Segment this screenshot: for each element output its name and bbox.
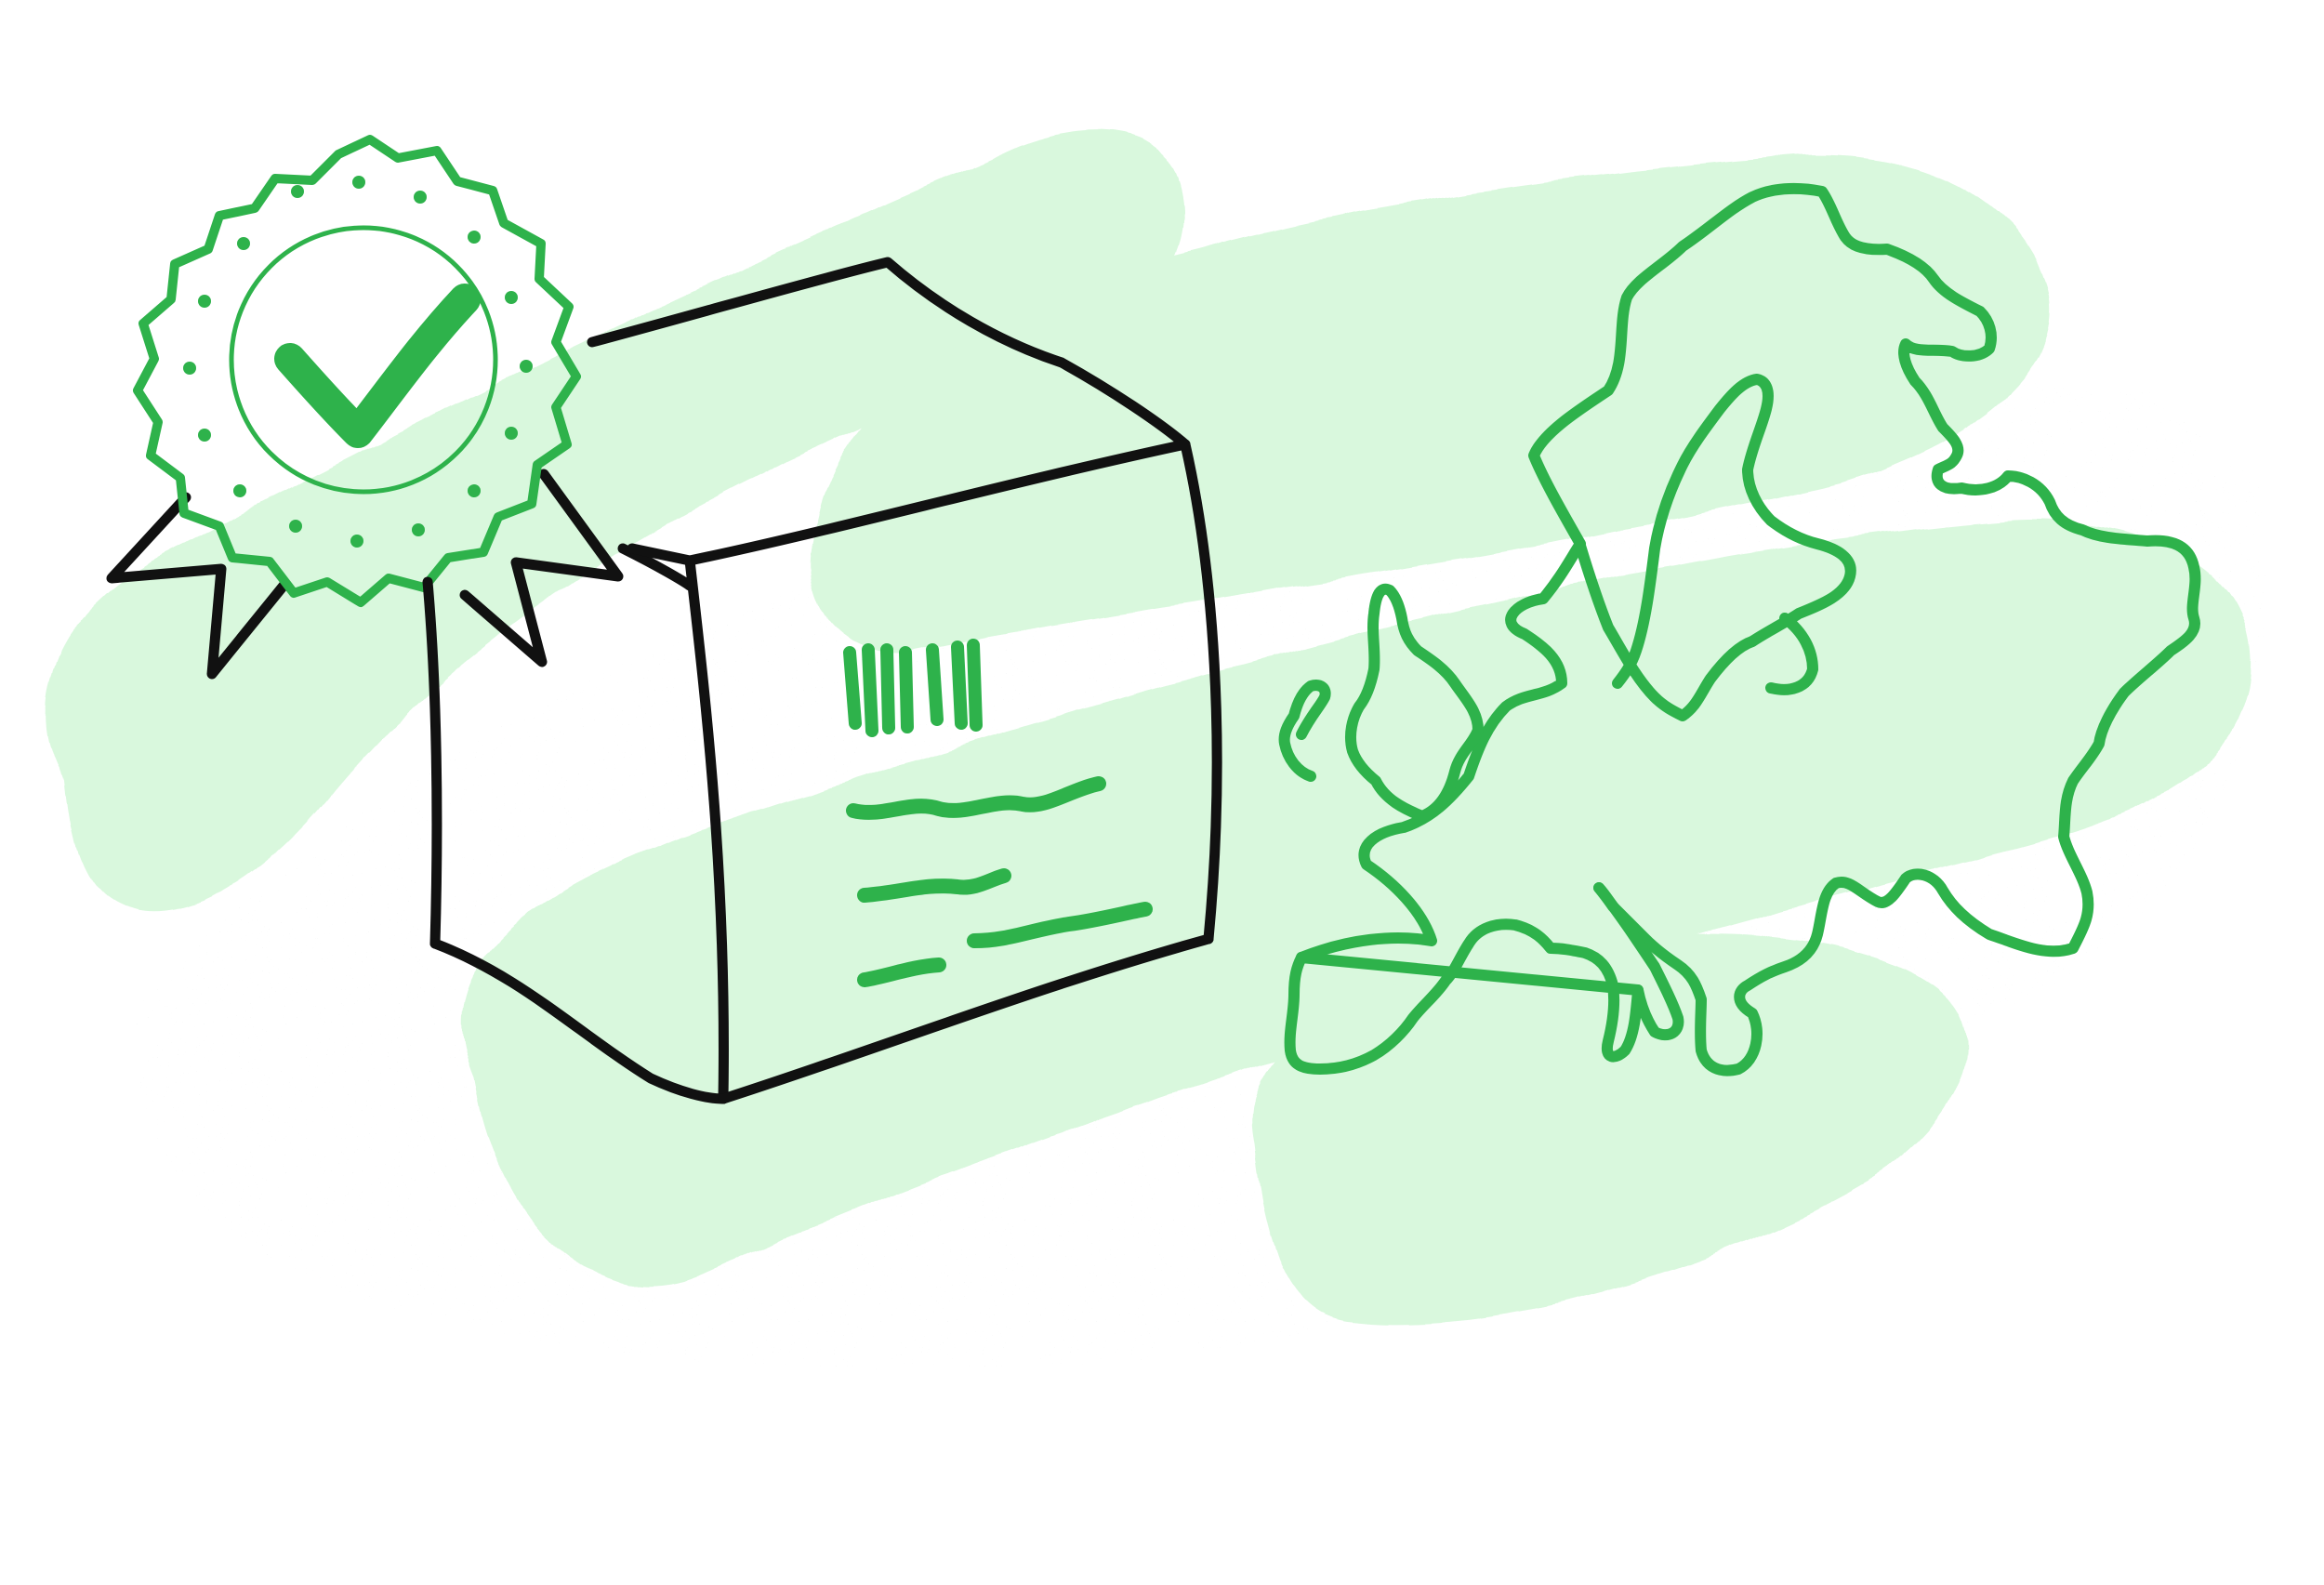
illustration-canvas xyxy=(0,0,2324,1585)
illustration-svg xyxy=(0,0,2324,1585)
